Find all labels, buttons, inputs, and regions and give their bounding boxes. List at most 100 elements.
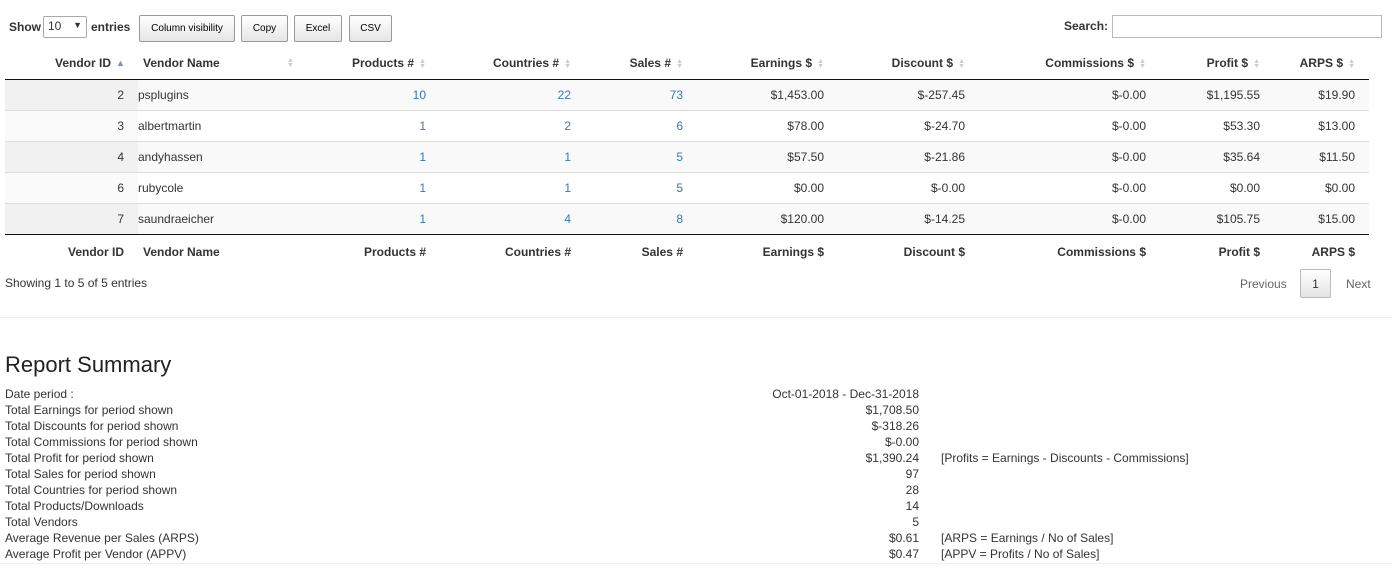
col-header-profit[interactable]: Profit $ ▲ ▼ xyxy=(1160,47,1274,80)
cell-sales-link[interactable]: 5 xyxy=(585,172,697,204)
summary-value: $-0.00 xyxy=(884,435,919,449)
cell-products-link[interactable]: 1 xyxy=(299,172,440,204)
cell-products-link[interactable]: 1 xyxy=(299,203,440,235)
summary-row: Date period : Oct-01-2018 - Dec-31-2018 xyxy=(5,386,1205,402)
footer-commissions: Commissions $ xyxy=(979,234,1160,268)
cell-commissions: $-0.00 xyxy=(979,172,1160,204)
summary-value: Oct-01-2018 - Dec-31-2018 xyxy=(772,387,919,401)
cell-arps: $11.50 xyxy=(1274,141,1369,173)
cell-discount: $-24.70 xyxy=(838,110,979,142)
cell-vendor-name: albertmartin xyxy=(138,110,299,142)
cell-countries-link[interactable]: 4 xyxy=(440,203,585,235)
summary-label: Average Revenue per Sales (ARPS) xyxy=(5,531,199,545)
sort-asc-icon: ▲ xyxy=(116,58,125,69)
cell-sales-link[interactable]: 6 xyxy=(585,110,697,142)
sort-icon: ▲ ▼ xyxy=(564,57,571,70)
col-header-commissions[interactable]: Commissions $ ▲ ▼ xyxy=(979,47,1160,80)
cell-vendor-name: saundraeicher xyxy=(138,203,299,235)
cell-earnings: $0.00 xyxy=(697,172,838,204)
table-row: 7 saundraeicher 1 4 8 $120.00 $-14.25 $-… xyxy=(5,203,1369,235)
cell-commissions: $-0.00 xyxy=(979,203,1160,235)
cell-commissions: $-0.00 xyxy=(979,79,1160,111)
footer-earnings: Earnings $ xyxy=(697,234,838,268)
previous-page-button[interactable]: Previous xyxy=(1240,277,1287,291)
table-row: 4 andyhassen 1 1 5 $57.50 $-21.86 $-0.00… xyxy=(5,141,1369,173)
summary-value: $1,390.24 xyxy=(865,451,919,465)
summary-label: Total Commissions for period shown xyxy=(5,435,198,449)
cell-vendor-name: psplugins xyxy=(138,79,299,111)
footer-arps: ARPS $ xyxy=(1274,234,1369,268)
summary-note: [ARPS = Earnings / No of Sales] xyxy=(941,531,1114,545)
cell-countries-link[interactable]: 1 xyxy=(440,172,585,204)
cell-sales-link[interactable]: 5 xyxy=(585,141,697,173)
cell-vendor-name: andyhassen xyxy=(138,141,299,173)
cell-products-link[interactable]: 1 xyxy=(299,141,440,173)
table-info: Showing 1 to 5 of 5 entries xyxy=(5,276,148,290)
table-header-row: Vendor ID ▲ Vendor Name ▲ ▼ Products # ▲ ▼ Co… xyxy=(5,47,1369,80)
copy-button[interactable]: Copy xyxy=(241,15,288,42)
summary-row: Total Earnings for period shown $1,708.5… xyxy=(5,402,1205,418)
summary-value: 14 xyxy=(905,499,919,513)
cell-profit: $35.64 xyxy=(1160,141,1274,173)
col-header-arps[interactable]: ARPS $ ▲ ▼ xyxy=(1274,47,1369,80)
summary-label: Total Countries for period shown xyxy=(5,483,178,497)
csv-button[interactable]: CSV xyxy=(349,15,392,42)
col-header-earnings[interactable]: Earnings $ ▲ ▼ xyxy=(697,47,838,80)
col-header-products[interactable]: Products # ▲ ▼ xyxy=(299,47,440,80)
cell-products-link[interactable]: 10 xyxy=(299,79,440,111)
next-page-button[interactable]: Next xyxy=(1346,277,1371,291)
cell-countries-link[interactable]: 2 xyxy=(440,110,585,142)
summary-label: Total Vendors xyxy=(5,515,78,529)
cell-sales-link[interactable]: 8 xyxy=(585,203,697,235)
entries-label: entries xyxy=(91,20,131,34)
vendor-table: Vendor ID ▲ Vendor Name ▲ ▼ Products # ▲ ▼ Co… xyxy=(5,47,1369,268)
summary-value: 28 xyxy=(905,483,919,497)
table-footer-row: Vendor ID Vendor Name Products # Countri… xyxy=(5,234,1369,268)
footer-products: Products # xyxy=(299,234,440,268)
footer-countries: Countries # xyxy=(440,234,585,268)
footer-profit: Profit $ xyxy=(1160,234,1274,268)
table-row: 6 rubycole 1 1 5 $0.00 $-0.00 $-0.00 $0.… xyxy=(5,172,1369,204)
cell-countries-link[interactable]: 22 xyxy=(440,79,585,111)
cell-vendor-id: 3 xyxy=(5,110,138,142)
col-header-discount[interactable]: Discount $ ▲ ▼ xyxy=(838,47,979,80)
col-header-sales[interactable]: Sales # ▲ ▼ xyxy=(585,47,697,80)
col-header-countries[interactable]: Countries # ▲ ▼ xyxy=(440,47,585,80)
col-header-vendor-name[interactable]: Vendor Name ▲ ▼ xyxy=(138,47,299,80)
summary-row: Total Vendors 5 xyxy=(5,514,1205,530)
excel-button[interactable]: Excel xyxy=(294,15,342,42)
footer-vendor-name: Vendor Name xyxy=(138,234,299,268)
divider xyxy=(0,317,1392,318)
cell-vendor-id: 2 xyxy=(5,79,138,111)
page-length-select[interactable]: 10 ▼ xyxy=(43,16,87,38)
cell-profit: $0.00 xyxy=(1160,172,1274,204)
cell-products-link[interactable]: 1 xyxy=(299,110,440,142)
divider xyxy=(0,563,1392,564)
column-visibility-button[interactable]: Column visibility xyxy=(139,15,235,42)
cell-profit: $105.75 xyxy=(1160,203,1274,235)
sort-icon: ▲ ▼ xyxy=(958,57,965,70)
cell-arps: $13.00 xyxy=(1274,110,1369,142)
cell-profit: $1,195.55 xyxy=(1160,79,1274,111)
summary-label: Total Profit for period shown xyxy=(5,451,154,465)
summary-note: [APPV = Profits / No of Sales] xyxy=(941,547,1100,561)
footer-discount: Discount $ xyxy=(838,234,979,268)
summary-row: Average Profit per Vendor (APPV) $0.47 [… xyxy=(5,546,1205,562)
summary-label: Total Sales for period shown xyxy=(5,467,156,481)
search-input[interactable] xyxy=(1112,15,1382,38)
footer-sales: Sales # xyxy=(585,234,697,268)
summary-title: Report Summary xyxy=(5,352,172,377)
summary-label: Total Products/Downloads xyxy=(5,499,144,513)
col-header-vendor-id[interactable]: Vendor ID ▲ xyxy=(5,47,138,80)
page-1-button[interactable]: 1 xyxy=(1300,269,1331,298)
sort-icon: ▲ ▼ xyxy=(419,57,426,70)
sort-icon: ▲ ▼ xyxy=(676,57,683,70)
cell-discount: $-0.00 xyxy=(838,172,979,204)
cell-countries-link[interactable]: 1 xyxy=(440,141,585,173)
cell-sales-link[interactable]: 73 xyxy=(585,79,697,111)
summary-value: $0.47 xyxy=(888,547,919,561)
cell-earnings: $57.50 xyxy=(697,141,838,173)
table-row: 2 psplugins 10 22 73 $1,453.00 $-257.45 … xyxy=(5,79,1369,111)
summary-value: $-318.26 xyxy=(871,419,919,433)
sort-icon: ▲ ▼ xyxy=(1139,57,1146,70)
